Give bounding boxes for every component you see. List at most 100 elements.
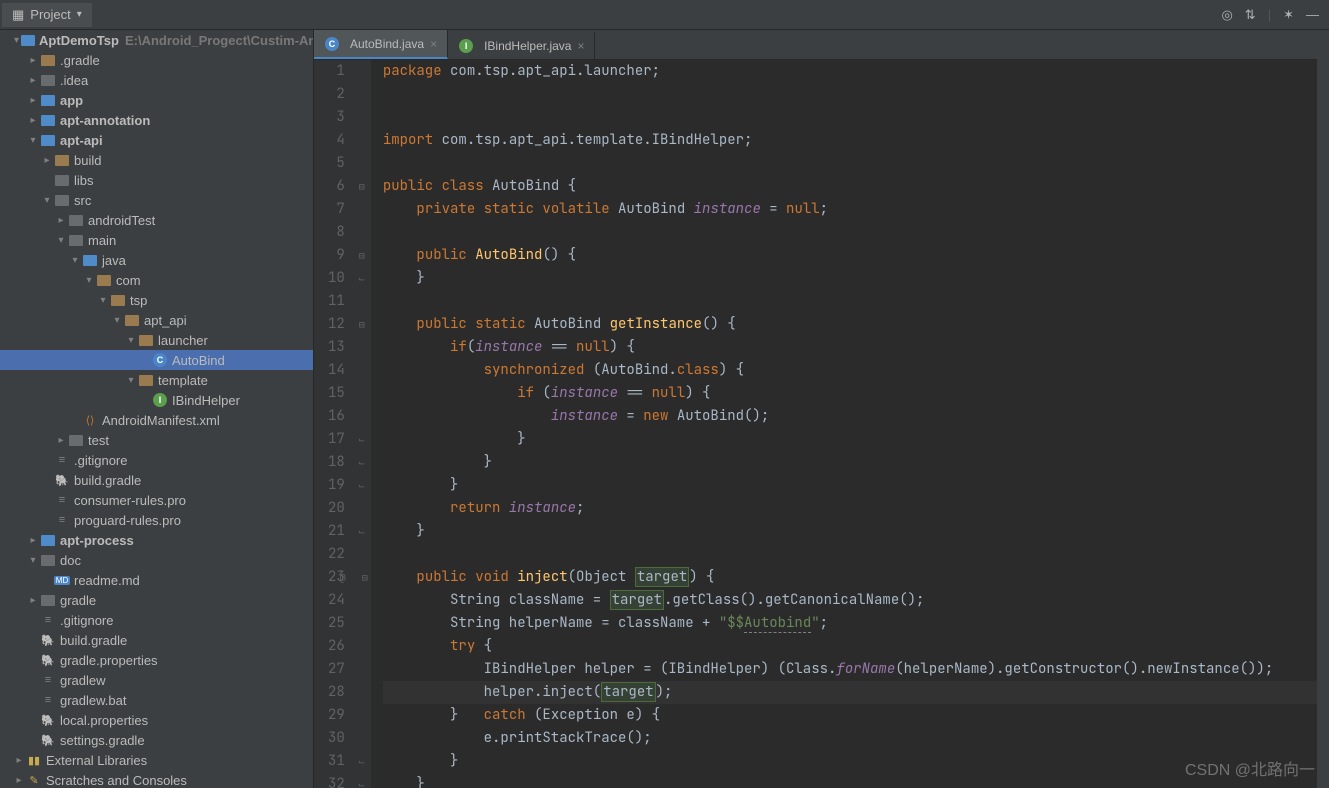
expand-arrow-icon[interactable]: ▾ [112,315,122,326]
project-tool-tab[interactable]: ▦ Project ▾ [2,3,92,27]
code-line[interactable]: import com.tsp.apt_api.template.IBindHel… [383,129,1329,152]
target-icon[interactable]: ◎ [1221,7,1232,23]
tree-node-external-libraries[interactable]: ▸▮▮External Libraries [0,750,313,770]
code-line[interactable]: instance = new AutoBind(); [383,405,1329,428]
code-line[interactable]: if (instance == null) { [383,382,1329,405]
fold-marker[interactable] [353,290,371,313]
code-line[interactable]: private static volatile AutoBind instanc… [383,198,1329,221]
tree-node-tsp[interactable]: ▾tsp [0,290,313,310]
tree-node-autobind[interactable]: CAutoBind [0,350,313,370]
tree-node-androidtest[interactable]: ▸androidTest [0,210,313,230]
tree-node-java[interactable]: ▾java [0,250,313,270]
tree-node-test[interactable]: ▸test [0,430,313,450]
expand-arrow-icon[interactable]: ▾ [84,275,94,286]
fold-marker[interactable]: ⌙ [353,520,371,543]
expand-arrow-icon[interactable]: ▸ [28,95,38,106]
tree-node-ibindhelper[interactable]: IIBindHelper [0,390,313,410]
expand-arrow-icon[interactable]: ▾ [98,295,108,306]
fold-marker[interactable] [353,198,371,221]
fold-marker[interactable] [353,129,371,152]
expand-arrow-icon[interactable]: ▾ [56,235,66,246]
fold-marker[interactable] [353,60,371,83]
expand-arrow-icon[interactable]: ▸ [14,755,24,766]
fold-marker[interactable] [353,543,371,566]
code-line[interactable]: public class AutoBind { [383,175,1329,198]
tree-node-scratches-and-consoles[interactable]: ▸✎Scratches and Consoles [0,770,313,788]
sort-icon[interactable]: ⇅ [1245,7,1256,23]
tree-node--gitignore[interactable]: ≡.gitignore [0,610,313,630]
fold-marker[interactable] [353,704,371,727]
expand-arrow-icon[interactable]: ▸ [42,155,52,166]
tree-node-proguard-rules-pro[interactable]: ≡proguard-rules.pro [0,510,313,530]
fold-marker[interactable] [353,681,371,704]
tree-node-readme-md[interactable]: MDreadme.md [0,570,313,590]
fold-marker[interactable]: ⌙ [353,451,371,474]
tree-node-apt-process[interactable]: ▸apt-process [0,530,313,550]
expand-arrow-icon[interactable]: ▾ [42,195,52,206]
code-line[interactable]: if(instance == null) { [383,336,1329,359]
code-line[interactable] [383,106,1329,129]
code-line[interactable]: public void inject(Object target) { [383,566,1329,589]
tree-node-template[interactable]: ▾template [0,370,313,390]
code-line[interactable]: helper.inject(target); [383,681,1329,704]
code-line[interactable]: public static AutoBind getInstance() { [383,313,1329,336]
fold-marker[interactable] [353,589,371,612]
expand-arrow-icon[interactable]: ▸ [28,535,38,546]
code-line[interactable]: IBindHelper helper = (IBindHelper) (Clas… [383,658,1329,681]
fold-marker[interactable] [353,658,371,681]
tree-node-doc[interactable]: ▾doc [0,550,313,570]
tree-node-apt-api[interactable]: ▾apt-api [0,130,313,150]
tree-node-src[interactable]: ▾src [0,190,313,210]
fold-marker[interactable]: ⌙ [353,474,371,497]
expand-arrow-icon[interactable]: ▾ [28,555,38,566]
fold-marker[interactable] [353,359,371,382]
fold-marker[interactable] [353,497,371,520]
expand-arrow-icon[interactable]: ▸ [28,595,38,606]
close-icon[interactable]: × [430,37,437,51]
fold-gutter[interactable]: ⊟⊟⌙⊟⌙⌙⌙⌙@⊟⌙⌙ [353,60,371,788]
vertical-scrollbar[interactable] [1317,30,1329,788]
tree-node-com[interactable]: ▾com [0,270,313,290]
tree-node-build[interactable]: ▸build [0,150,313,170]
code-line[interactable] [383,543,1329,566]
tab-autobind-java[interactable]: CAutoBind.java× [314,30,448,59]
gear-icon[interactable]: ✶ [1283,7,1294,23]
fold-marker[interactable] [353,382,371,405]
tree-node--idea[interactable]: ▸.idea [0,70,313,90]
expand-arrow-icon[interactable]: ▾ [126,335,136,346]
fold-marker[interactable] [353,635,371,658]
expand-arrow-icon[interactable]: ▸ [56,215,66,226]
tree-node-apt-api[interactable]: ▾apt_api [0,310,313,330]
tab-ibindhelper-java[interactable]: IIBindHelper.java× [448,32,595,59]
fold-marker[interactable] [353,612,371,635]
code-line[interactable]: synchronized (AutoBind.class) { [383,359,1329,382]
expand-arrow-icon[interactable]: ▸ [56,435,66,446]
collapse-icon[interactable]: — [1306,7,1319,23]
expand-arrow-icon[interactable]: ▾ [126,375,136,386]
expand-arrow-icon[interactable]: ▸ [28,75,38,86]
code-line[interactable]: e.printStackTrace(); [383,727,1329,750]
fold-marker[interactable] [353,727,371,750]
fold-marker[interactable]: ⌙ [353,267,371,290]
fold-marker[interactable]: ⊟ [353,175,371,198]
fold-marker[interactable] [353,221,371,244]
code-line[interactable] [383,290,1329,313]
fold-marker[interactable]: ⊟ [353,244,371,267]
tree-node-gradlew[interactable]: ≡gradlew [0,670,313,690]
fold-marker[interactable]: ⊟ [353,313,371,336]
expand-arrow-icon[interactable]: ▾ [14,35,19,46]
code-line[interactable]: try { [383,635,1329,658]
fold-marker[interactable]: ⌙ [353,750,371,773]
code-line[interactable] [383,152,1329,175]
expand-arrow-icon[interactable]: ▸ [28,115,38,126]
code-line[interactable]: } [383,520,1329,543]
expand-arrow-icon[interactable]: ▾ [70,255,80,266]
project-tree[interactable]: ▾AptDemoTspE:\Android_Progect\Custim-Ann… [0,30,314,788]
tree-node-local-properties[interactable]: 🐘local.properties [0,710,313,730]
tree-node-settings-gradle[interactable]: 🐘settings.gradle [0,730,313,750]
code-editor[interactable]: 1234567891011121314151617181920212223242… [314,60,1329,788]
code-line[interactable] [383,83,1329,106]
fold-marker[interactable]: ⌙ [353,428,371,451]
code-line[interactable]: return instance; [383,497,1329,520]
tree-node--gitignore[interactable]: ≡.gitignore [0,450,313,470]
